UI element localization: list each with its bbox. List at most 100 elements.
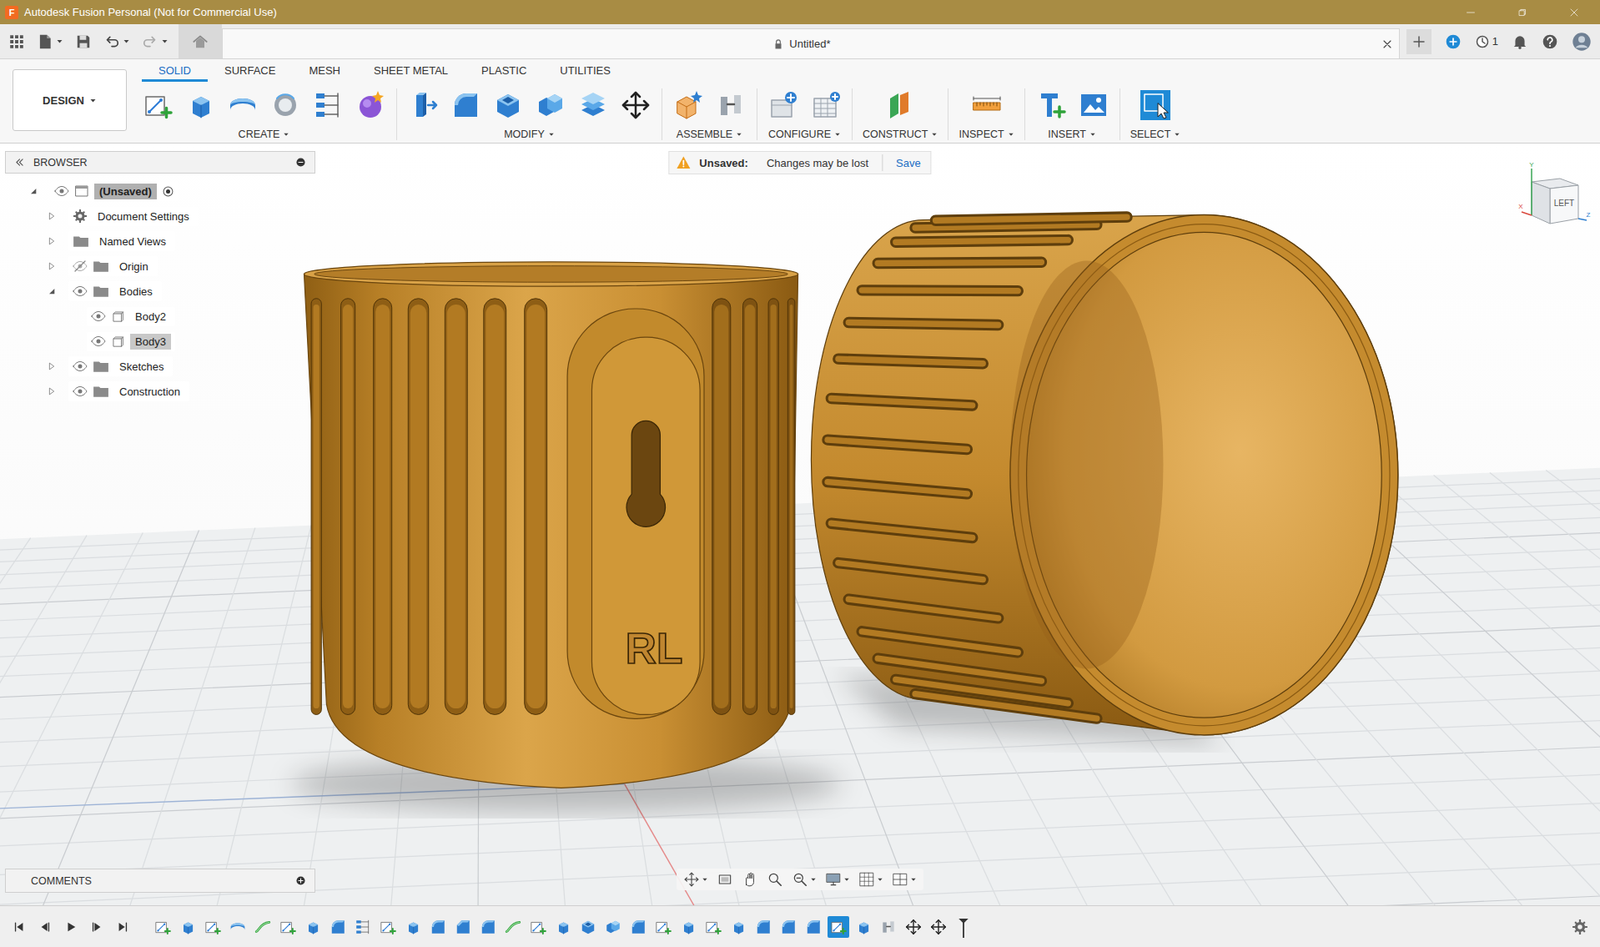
item-label[interactable]: Body3 [130,333,172,350]
joint-icon[interactable] [715,90,746,121]
browser-item[interactable]: Sketches [5,353,316,379]
appgrid-icon[interactable] [8,33,26,51]
browser-item[interactable]: Document Settings [5,203,316,229]
face-icon[interactable] [578,90,609,121]
item-label[interactable]: Construction [114,383,186,400]
nav-button[interactable] [716,870,734,888]
extrude-icon[interactable] [404,918,422,936]
tool-button[interactable] [577,89,609,121]
extrude-icon[interactable] [179,918,197,936]
minimize-icon[interactable] [295,156,307,168]
sketch-icon[interactable] [654,918,672,936]
item-label[interactable]: Sketches [114,358,169,375]
nav-button[interactable] [741,870,759,888]
revolve-icon[interactable] [227,90,258,121]
caret-icon[interactable] [930,130,938,138]
group-menu[interactable]: INSERT [1047,128,1097,141]
expand-toggle-icon[interactable] [46,211,57,222]
extensions-icon[interactable] [1444,33,1462,51]
timeline-feature[interactable] [502,915,524,938]
activate-radio-icon[interactable] [161,185,175,198]
save-button[interactable]: Save [895,156,921,170]
tlPlay-icon[interactable] [64,920,78,934]
caret-icon[interactable] [122,37,131,46]
undo-button[interactable] [103,33,131,51]
plane-icon[interactable] [885,90,916,121]
playback-button[interactable] [61,917,81,936]
collapse-icon[interactable] [14,156,26,168]
grid-icon[interactable] [858,870,876,888]
extrude-icon[interactable] [729,918,747,936]
pan-icon[interactable] [741,870,759,888]
save-icon[interactable] [75,33,92,51]
sweep-icon[interactable] [254,918,272,936]
undo-icon[interactable] [103,33,121,51]
close-icon[interactable] [1567,5,1581,20]
form-icon[interactable] [355,90,386,121]
lookat-icon[interactable] [716,870,734,888]
item-label[interactable]: Origin [114,258,154,275]
visibility-eye-icon[interactable] [90,308,106,324]
fillet-icon[interactable] [779,918,797,936]
home-button[interactable] [178,24,222,59]
browser-item[interactable]: (Unsaved) [5,178,316,204]
browser-item[interactable]: Construction [5,378,316,404]
pattern-icon[interactable] [354,918,372,936]
timeline-feature[interactable] [702,915,725,938]
caret-icon[interactable] [701,875,709,883]
help-icon[interactable] [1541,33,1559,51]
caret-icon[interactable] [810,875,817,883]
caret-icon[interactable] [548,130,555,138]
timeline-feature[interactable] [902,915,925,938]
select-icon[interactable] [1140,90,1171,121]
fillet-icon[interactable] [329,918,347,936]
caret-icon[interactable] [1173,130,1181,138]
tool-button[interactable] [1077,89,1110,121]
timeline-feature[interactable] [276,915,299,938]
playback-button[interactable] [113,917,132,936]
expand-toggle-icon[interactable] [46,286,57,297]
image-icon[interactable] [1078,90,1109,121]
group-menu[interactable]: ASSEMBLE [676,128,743,141]
caret-icon[interactable] [282,130,290,138]
tool-button[interactable] [226,89,259,121]
item-label[interactable]: Body2 [130,308,172,325]
timeline-feature[interactable] [527,915,549,938]
toolbar-tab[interactable]: SHEET METAL [357,60,465,82]
revolve-icon[interactable] [229,918,247,936]
caret-icon[interactable] [735,130,743,138]
browser-item[interactable]: Body3 [5,328,316,354]
timeline-feature[interactable] [402,915,424,938]
app-grid-button[interactable] [8,33,26,51]
move-icon[interactable] [905,918,922,936]
workspace-switcher[interactable]: DESIGN [12,69,127,131]
tlNext-icon[interactable] [90,920,104,934]
close-tab-icon[interactable] [1380,37,1394,51]
expand-toggle-icon[interactable] [46,236,57,247]
viewports-icon[interactable] [891,870,909,888]
timeline-feature[interactable] [777,915,800,938]
timeline-feature[interactable] [427,915,449,938]
combine-icon[interactable] [604,918,622,936]
extrude-icon[interactable] [554,918,572,936]
toolbar-tab[interactable]: PLASTIC [464,60,544,82]
timeline-feature[interactable] [226,915,249,938]
add-comment-icon[interactable] [295,875,307,886]
viewport[interactable]: RLBROWSER(Unsaved)Document SettingsNamed… [0,143,1600,906]
document-tab[interactable]: Untitled* [221,28,1400,59]
expand-toggle-icon[interactable] [46,386,57,397]
browser-item[interactable]: Body2 [5,303,316,329]
caret-icon[interactable] [55,37,64,46]
tlLast-icon[interactable] [115,920,130,934]
tool-button[interactable] [354,89,387,121]
fillet-icon[interactable] [754,918,772,936]
timeline-feature[interactable] [552,915,574,938]
joint-icon[interactable] [880,918,897,936]
browser-item[interactable]: Named Views [5,228,316,254]
extrude-icon[interactable] [855,918,872,936]
close-window-button[interactable] [1548,0,1600,25]
tool-button[interactable] [810,89,842,121]
tool-button[interactable] [407,89,439,121]
sketch-icon[interactable] [529,918,547,936]
sketch-icon[interactable] [379,918,397,936]
